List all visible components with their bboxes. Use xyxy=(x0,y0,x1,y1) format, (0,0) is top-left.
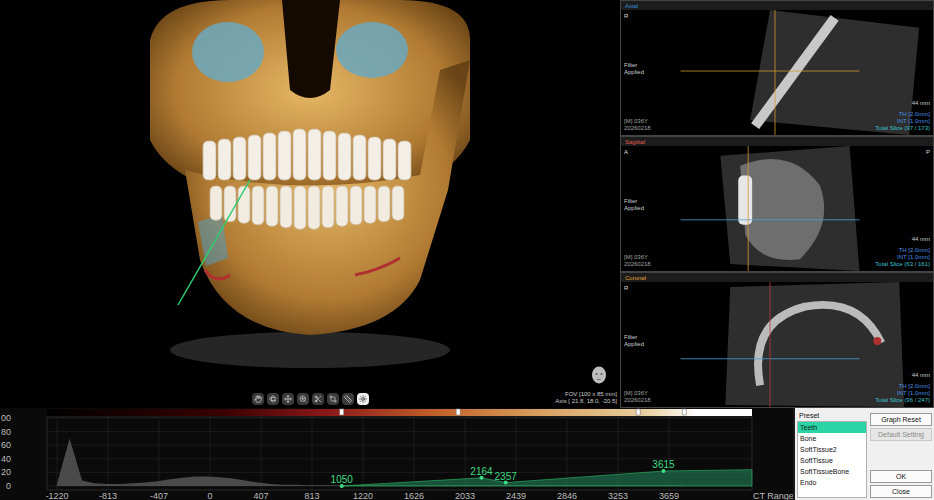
tool-icon xyxy=(269,395,277,403)
chart-canvas[interactable]: 00 80 60 40 20 0 -1220 -813 -407 0 407 813 1220 1626 2… xyxy=(0,408,793,500)
color-stop-marker[interactable] xyxy=(636,409,640,415)
orientation-label: R xyxy=(624,285,651,292)
orientation-label: R xyxy=(624,13,651,20)
view-tool-button[interactable] xyxy=(312,393,324,405)
slice-view[interactable]: Coronal R FilterApplied [M] 036Y20260218 44 … xyxy=(620,272,934,408)
view-tool-button[interactable] xyxy=(252,393,264,405)
axial-slice-image xyxy=(621,10,933,135)
tool-icon xyxy=(329,395,337,403)
view-tool-button[interactable] xyxy=(327,393,339,405)
filter-label: FilterApplied xyxy=(624,62,651,76)
tool-icon xyxy=(314,395,322,403)
slice-view[interactable]: Axial R FilterApplied [M] 036Y20260218 44 mm… xyxy=(620,0,934,136)
view-tool-button[interactable] xyxy=(267,393,279,405)
transfer-function-chart[interactable]: 00 80 60 40 20 0 -1220 -813 -407 0 407 813 1220 1626 2… xyxy=(0,408,793,500)
orientation-label: P xyxy=(926,149,930,156)
preset-item[interactable]: Teeth xyxy=(798,422,866,433)
action-button: Default Setting xyxy=(870,428,932,441)
slice-info: TH [2.0mm]INT [1.0mm]Total Slice (97 / 1… xyxy=(875,111,930,132)
fov-text: FOV [100 x 85 mm] xyxy=(565,391,617,398)
slice-info: TH [2.0mm]INT [1.0mm]Total Slice (96 / 2… xyxy=(875,383,930,404)
cbct-viewer: FOV [100 x 85 mm]Axis [ 21.8, 18.0, -20.… xyxy=(0,0,934,500)
slice-info: TH [2.0mm]INT [1.0mm]Total Slice (63 / 1… xyxy=(875,247,930,268)
view-tool-button[interactable] xyxy=(282,393,294,405)
color-stop-marker[interactable] xyxy=(456,409,460,415)
preset-label: Preset xyxy=(797,410,867,421)
view-tool-button[interactable] xyxy=(342,393,354,405)
y-tick-label: 40 xyxy=(1,454,11,464)
slice-panels: Axial R FilterApplied [M] 036Y20260218 44 mm… xyxy=(620,0,934,408)
orientation-label: A xyxy=(624,149,651,156)
skull-rendering xyxy=(0,0,620,408)
dialog-button[interactable]: OK xyxy=(870,470,932,483)
slice-view[interactable]: Sagittal A FilterApplied [M] 036Y20260218 P 4… xyxy=(620,136,934,272)
view-title: Coronal xyxy=(623,274,648,282)
control-point-label: 3615 xyxy=(652,459,675,470)
color-map-bar[interactable] xyxy=(47,409,752,416)
tool-icon xyxy=(359,395,367,403)
x-tick-label: 3253 xyxy=(608,491,628,500)
scale-label: 44 mm xyxy=(912,236,930,243)
y-tick-label: 80 xyxy=(1,427,11,437)
x-tick-label: 2439 xyxy=(506,491,526,500)
x-tick-label: 3659 xyxy=(659,491,679,500)
x-tick-label: 1220 xyxy=(353,491,373,500)
y-tick-label: 00 xyxy=(1,413,11,423)
color-stop-marker[interactable] xyxy=(682,409,686,415)
view-toolbar xyxy=(252,393,369,405)
x-tick-label: 2846 xyxy=(557,491,577,500)
dialog-button[interactable]: Close xyxy=(870,485,932,498)
color-stop-marker[interactable] xyxy=(340,409,344,415)
view-tool-button[interactable] xyxy=(297,393,309,405)
x-tick-label: 2033 xyxy=(455,491,475,500)
scale-label: 44 mm xyxy=(912,372,930,379)
x-tick-label: 407 xyxy=(254,491,269,500)
tool-icon xyxy=(344,395,352,403)
preset-item[interactable]: Endo xyxy=(798,477,866,488)
control-point-label: 2164 xyxy=(470,466,493,477)
y-tick-label: 0 xyxy=(6,481,11,491)
preset-item[interactable]: SoftTissue2 xyxy=(798,444,866,455)
patient-info: [M] 036Y20260218 xyxy=(624,390,651,404)
view-title: Axial xyxy=(623,2,640,10)
preset-item[interactable]: SoftTissue xyxy=(798,455,866,466)
view-header: Coronal xyxy=(621,273,933,282)
sagittal-slice-image xyxy=(621,146,933,271)
patient-info: [M] 036Y20260218 xyxy=(624,118,651,132)
scale-label: 44 mm xyxy=(912,100,930,107)
preset-list[interactable]: TeethBoneSoftTissue2SoftTissueSoftTissue… xyxy=(797,421,867,498)
preset-panel: PresetTeethBoneSoftTissue2SoftTissueSoft… xyxy=(795,408,934,500)
preset-item[interactable]: SoftTissueBone xyxy=(798,466,866,477)
tool-icon xyxy=(254,395,262,403)
axis-text: Axis [ 21.8, 18.0, -20.5] xyxy=(555,398,617,405)
control-point-label: 2357 xyxy=(495,471,518,482)
view-header: Sagittal xyxy=(621,137,933,146)
action-button[interactable]: Graph Reset xyxy=(870,413,932,426)
view-header: Axial xyxy=(621,1,933,10)
tool-icon xyxy=(299,395,307,403)
x-tick-label: 813 xyxy=(304,491,319,500)
volume-view[interactable]: FOV [100 x 85 mm]Axis [ 21.8, 18.0, -20.… xyxy=(0,0,620,408)
head-orientation-icon[interactable] xyxy=(590,366,608,386)
filter-label: FilterApplied xyxy=(624,334,651,348)
view-title: Sagittal xyxy=(623,138,647,146)
tool-icon xyxy=(284,395,292,403)
y-tick-label: 60 xyxy=(1,440,11,450)
preset-item[interactable]: Bone xyxy=(798,433,866,444)
patient-info: [M] 036Y20260218 xyxy=(624,254,651,268)
control-point-label: 1050 xyxy=(331,474,354,485)
x-tick-label: 0 xyxy=(208,491,213,500)
opacity-curve[interactable] xyxy=(342,470,752,486)
y-tick-label: 20 xyxy=(1,467,11,477)
coronal-slice-image xyxy=(621,282,933,407)
x-tick-label: -407 xyxy=(150,491,168,500)
x-tick-label: -1220 xyxy=(45,491,68,500)
x-axis-title: CT Range xyxy=(753,491,793,500)
view-tool-button[interactable] xyxy=(357,393,369,405)
x-tick-label: 1626 xyxy=(404,491,424,500)
filter-label: FilterApplied xyxy=(624,198,651,212)
fov-info: FOV [100 x 85 mm]Axis [ 21.8, 18.0, -20.… xyxy=(555,391,617,405)
x-tick-label: -813 xyxy=(99,491,117,500)
